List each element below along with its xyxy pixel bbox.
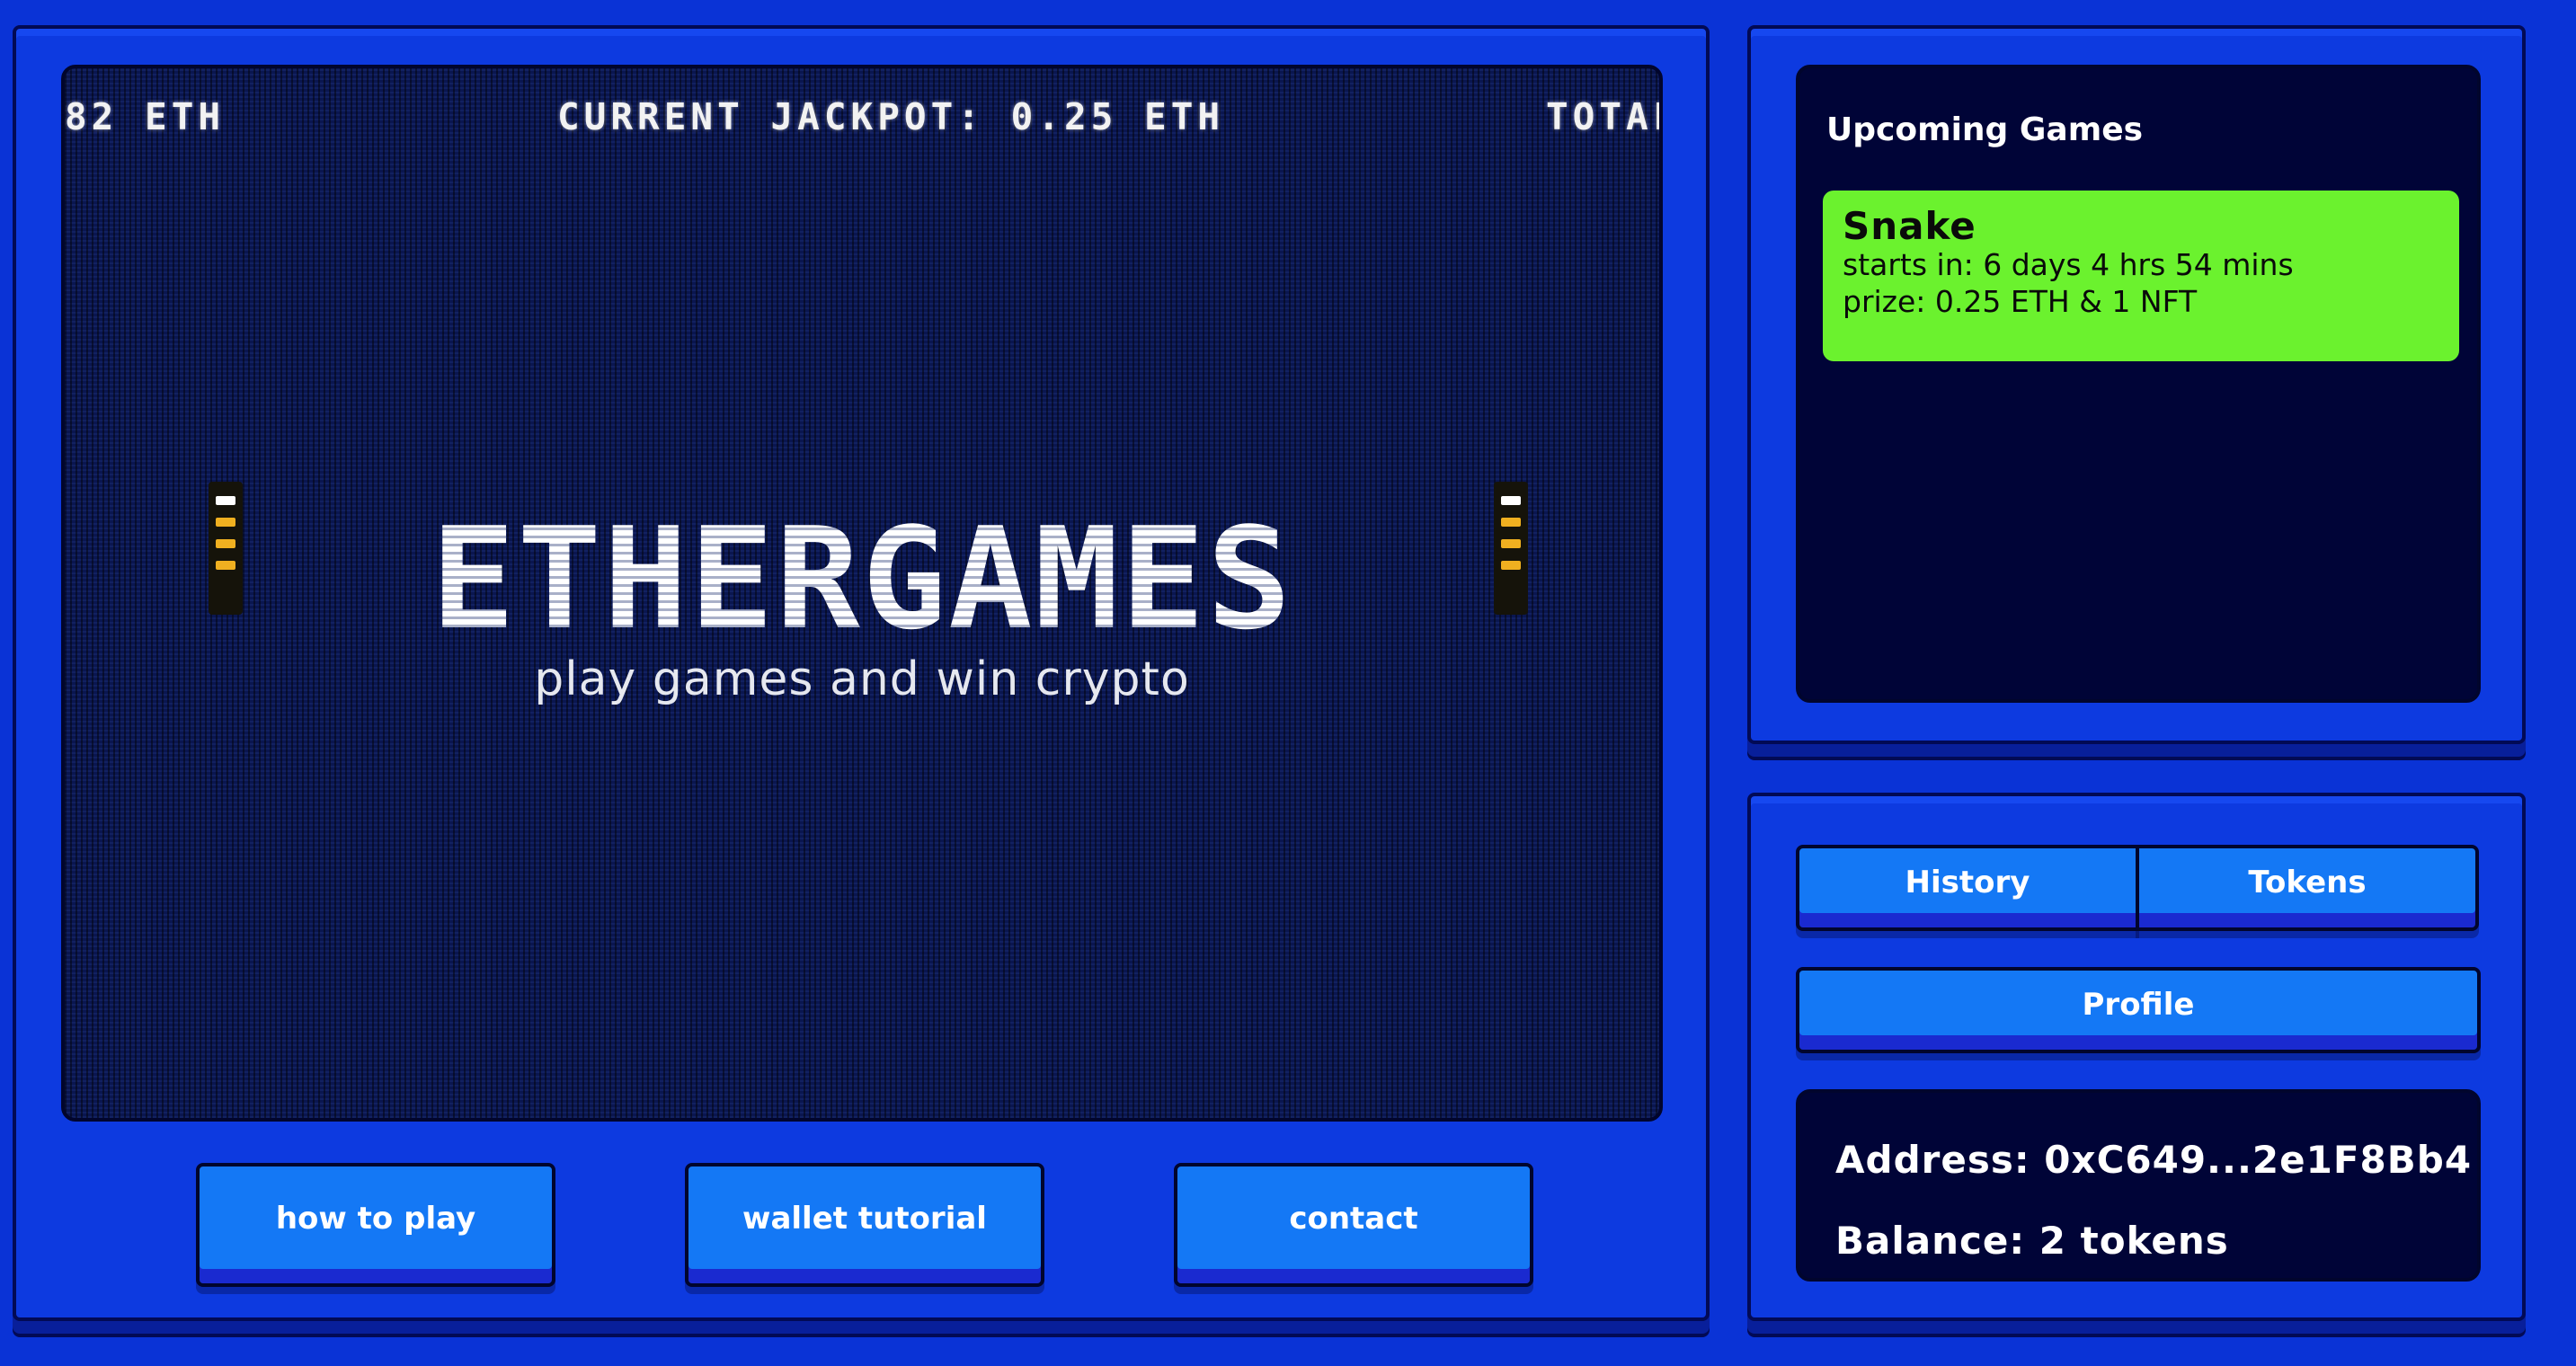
game-card-snake[interactable]: Snake starts in: 6 days 4 hrs 54 mins pr… <box>1823 191 2459 361</box>
tab-profile[interactable]: Profile <box>1796 967 2481 1053</box>
logo-title: ETHERGAMES <box>65 509 1659 649</box>
wallet-tutorial-label: wallet tutorial <box>742 1201 987 1237</box>
contact-button[interactable]: contact <box>1174 1163 1533 1287</box>
main-panel: 82 ETH CURRENT JACKPOT: 0.25 ETH TOTAL E… <box>13 25 1710 1321</box>
wallet-tutorial-button[interactable]: wallet tutorial <box>685 1163 1044 1287</box>
contact-label: contact <box>1289 1201 1418 1237</box>
ticker-total-pool: 82 ETH <box>65 95 226 138</box>
tab-tokens-label: Tokens <box>2248 865 2367 900</box>
game-prize: prize: 0.25 ETH & 1 NFT <box>1843 284 2198 320</box>
how-to-play-label: how to play <box>275 1201 476 1237</box>
upcoming-games-title: Upcoming Games <box>1826 111 2144 148</box>
ticker-current-jackpot: CURRENT JACKPOT: 0.25 ETH <box>557 95 1225 138</box>
tab-history[interactable]: History <box>1796 845 2139 931</box>
game-screen: 82 ETH CURRENT JACKPOT: 0.25 ETH TOTAL E… <box>61 65 1663 1122</box>
upcoming-games-panel: Upcoming Games Snake starts in: 6 days 4… <box>1747 25 2526 744</box>
ticker-total-label: TOTAL <box>1546 95 1659 138</box>
wallet-address: Address: 0xC649...2e1F8Bb4 <box>1835 1138 2473 1182</box>
game-name: Snake <box>1843 204 1976 248</box>
tab-profile-label: Profile <box>2082 987 2195 1023</box>
jackpot-ticker: 82 ETH CURRENT JACKPOT: 0.25 ETH TOTAL <box>65 95 1659 149</box>
wallet-balance: Balance: 2 tokens <box>1835 1219 2229 1263</box>
game-start-time: starts in: 6 days 4 hrs 54 mins <box>1843 247 2294 283</box>
upcoming-games-screen: Upcoming Games Snake starts in: 6 days 4… <box>1796 65 2481 703</box>
account-panel: History Tokens Profile Address: 0xC649..… <box>1747 793 2526 1321</box>
tab-history-label: History <box>1905 865 2030 900</box>
wallet-info-screen: Address: 0xC649...2e1F8Bb4 Balance: 2 to… <box>1796 1089 2481 1282</box>
logo-subtitle: play games and win crypto <box>534 652 1190 706</box>
how-to-play-button[interactable]: how to play <box>196 1163 555 1287</box>
tab-tokens[interactable]: Tokens <box>2136 845 2479 931</box>
